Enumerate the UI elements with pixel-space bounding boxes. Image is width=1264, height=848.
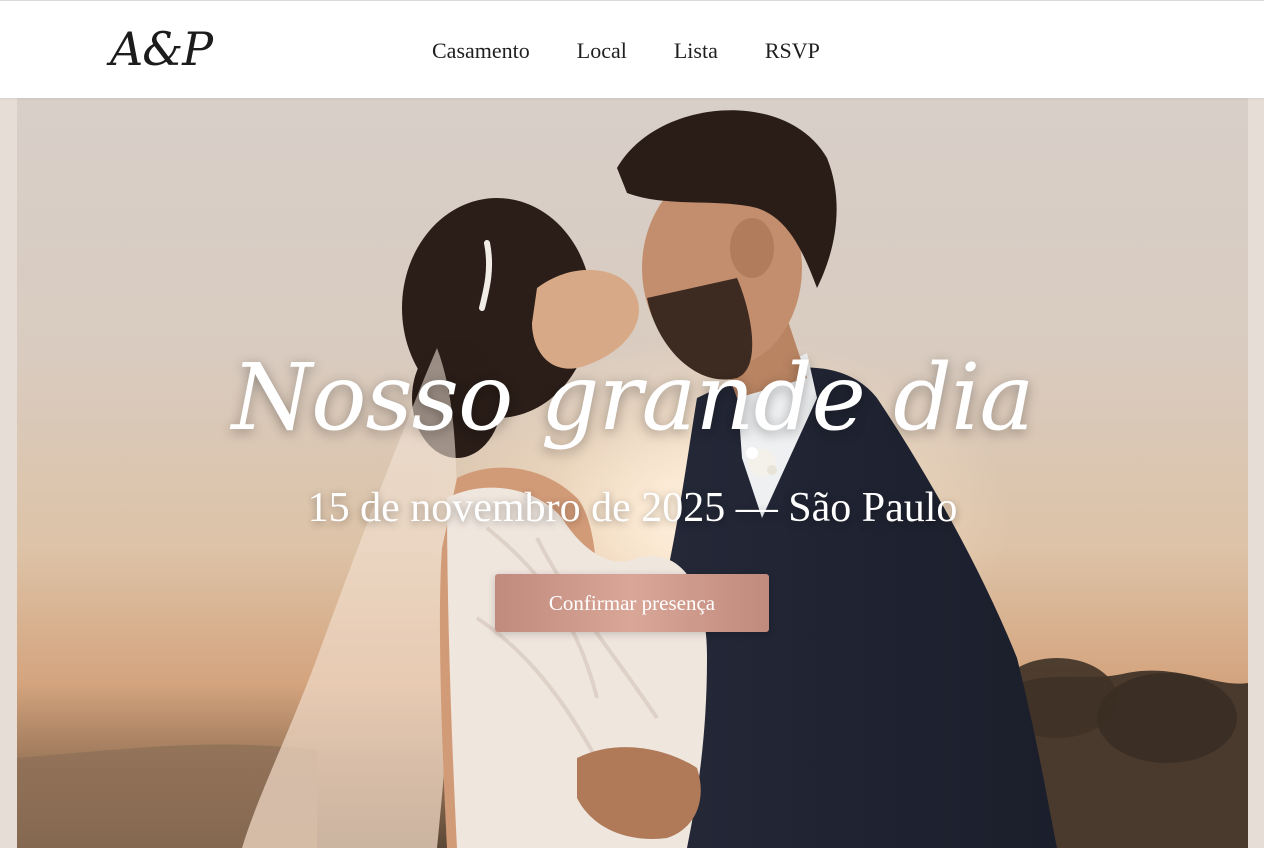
nav-link-casamento[interactable]: Casamento bbox=[432, 37, 530, 65]
site-logo[interactable]: A&P bbox=[110, 21, 213, 77]
site-header: A&P Casamento Local Lista RSVP bbox=[0, 0, 1264, 98]
hero-title: Nosso grande dia bbox=[231, 344, 1035, 451]
main-nav: Casamento Local Lista RSVP bbox=[432, 37, 820, 65]
hero-section: Nosso grande dia 15 de novembro de 2025 … bbox=[17, 98, 1248, 848]
nav-link-local[interactable]: Local bbox=[577, 37, 627, 65]
rsvp-button[interactable]: Confirmar presença bbox=[495, 574, 769, 632]
nav-link-rsvp[interactable]: RSVP bbox=[765, 37, 820, 65]
nav-link-lista[interactable]: Lista bbox=[674, 37, 718, 65]
hero-subtitle: 15 de novembro de 2025 — São Paulo bbox=[307, 485, 958, 531]
hero-photo bbox=[17, 110, 1248, 848]
